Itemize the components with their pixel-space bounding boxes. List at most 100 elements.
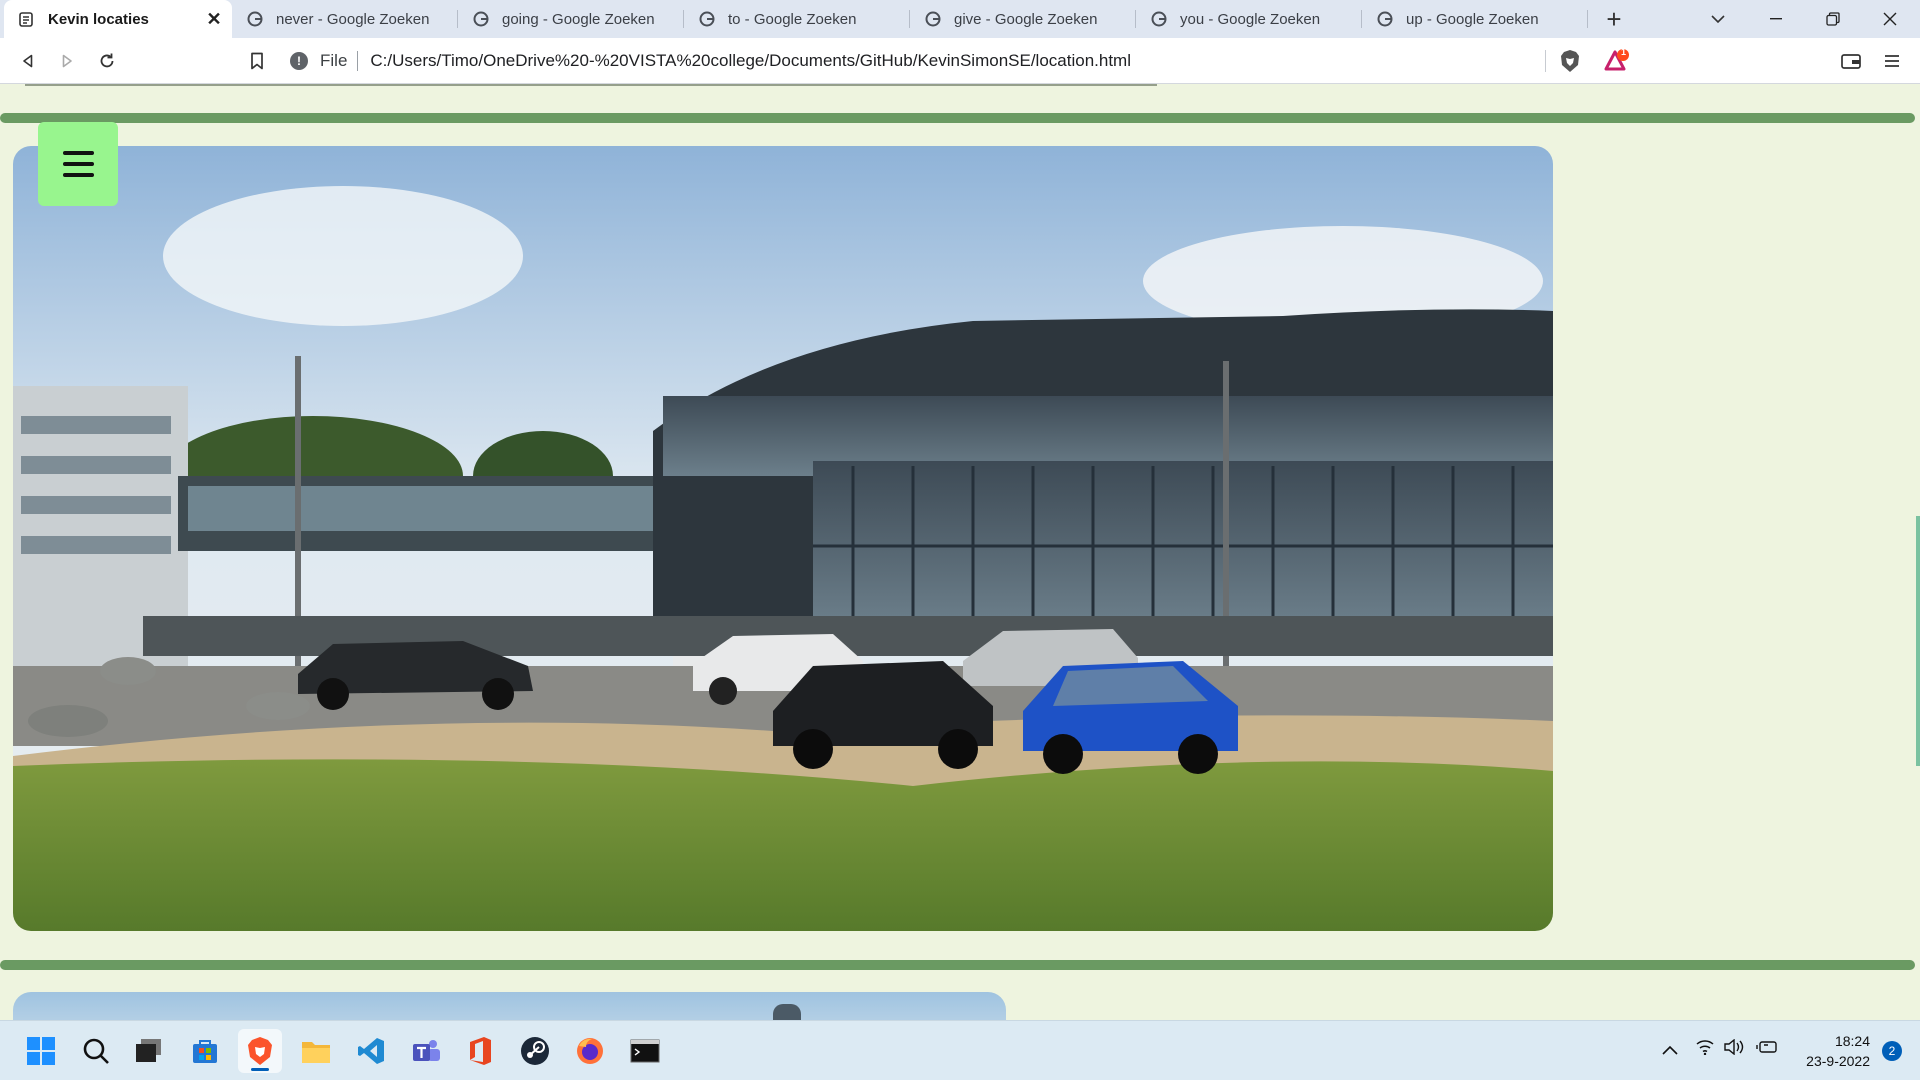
brave-lion-icon xyxy=(1561,50,1579,72)
notification-badge[interactable]: 2 xyxy=(1882,1041,1902,1061)
tab-to[interactable]: to - Google Zoeken xyxy=(684,0,910,38)
toolbar-divider xyxy=(1545,50,1546,72)
tab-you[interactable]: you - Google Zoeken xyxy=(1136,0,1362,38)
windows-taskbar: 18:24 23-9-2022 2 xyxy=(0,1020,1920,1080)
folder-icon xyxy=(302,1042,330,1063)
terminal-icon xyxy=(630,1039,660,1063)
start-button[interactable] xyxy=(19,1029,63,1073)
address-bar[interactable]: ! File C:/Users/Timo/OneDrive%20-%20VIST… xyxy=(290,45,1545,77)
tab-title: up - Google Zoeken xyxy=(1406,10,1539,28)
back-icon xyxy=(23,54,33,68)
next-location-photo xyxy=(13,992,1006,1020)
section-divider-bottom xyxy=(0,960,1915,970)
page-icon xyxy=(19,12,33,27)
google-icon xyxy=(247,11,263,27)
hamburger-bar xyxy=(62,151,94,155)
google-icon xyxy=(473,11,489,27)
tab-search-button[interactable] xyxy=(1690,0,1746,38)
previous-image-edge xyxy=(25,84,1157,86)
minimize-icon xyxy=(1770,18,1782,20)
speaker-icon xyxy=(1724,1038,1744,1056)
bookmark-button[interactable] xyxy=(242,46,272,76)
volume-status[interactable] xyxy=(1724,1038,1744,1059)
tab-never[interactable]: never - Google Zoeken xyxy=(232,0,458,38)
wifi-icon xyxy=(1696,1040,1714,1056)
reload-button[interactable] xyxy=(92,46,122,76)
hamburger-menu-button[interactable] xyxy=(38,122,118,206)
task-view-icon xyxy=(136,1039,161,1062)
tab-going[interactable]: going - Google Zoeken xyxy=(458,0,684,38)
minimize-button[interactable] xyxy=(1748,0,1804,38)
page-viewport xyxy=(0,84,1920,1020)
section-divider-top xyxy=(0,113,1915,123)
office-app[interactable] xyxy=(458,1029,502,1073)
info-icon[interactable]: ! xyxy=(290,52,308,70)
tab-up[interactable]: up - Google Zoeken xyxy=(1362,0,1588,38)
close-icon xyxy=(1883,12,1897,26)
hamburger-icon xyxy=(1885,55,1899,67)
office-icon xyxy=(470,1037,491,1065)
google-icon xyxy=(1151,11,1167,27)
tab-title: you - Google Zoeken xyxy=(1180,10,1321,28)
tab-title: to - Google Zoeken xyxy=(728,10,857,28)
file-scheme-label: File xyxy=(320,51,348,70)
file-explorer-app[interactable] xyxy=(294,1029,338,1073)
restore-icon xyxy=(1826,12,1840,26)
brave-shields-button[interactable] xyxy=(1555,46,1585,76)
vscode-app[interactable] xyxy=(349,1029,393,1073)
rewards-count-badge: 1 xyxy=(1621,47,1627,57)
new-tab-button[interactable]: + xyxy=(1594,0,1634,38)
close-window-button[interactable] xyxy=(1862,0,1918,38)
steam-icon xyxy=(521,1037,549,1065)
vscode-icon xyxy=(358,1038,384,1064)
tab-kevin-locaties[interactable]: Kevin locaties ✕ xyxy=(4,0,232,38)
wallet-button[interactable] xyxy=(1836,46,1866,76)
address-divider xyxy=(357,51,359,71)
firefox-icon xyxy=(577,1038,603,1064)
store-button[interactable] xyxy=(183,1029,227,1073)
show-hidden-icons[interactable] xyxy=(1662,1042,1678,1059)
task-view-button[interactable] xyxy=(127,1029,171,1073)
forward-button[interactable] xyxy=(52,46,82,76)
terminal-app[interactable] xyxy=(623,1029,667,1073)
wifi-status[interactable] xyxy=(1696,1039,1714,1059)
restore-button[interactable] xyxy=(1805,0,1861,38)
clock-date: 23-9-2022 xyxy=(1806,1053,1870,1069)
hamburger-bar xyxy=(62,173,94,177)
chevron-up-icon xyxy=(1662,1045,1678,1055)
battery-plug-icon xyxy=(1756,1041,1777,1053)
teams-app[interactable] xyxy=(404,1029,448,1073)
photo-detail xyxy=(773,1004,801,1020)
store-icon xyxy=(193,1040,217,1063)
firefox-app[interactable] xyxy=(568,1029,612,1073)
browser-menu-button[interactable] xyxy=(1877,46,1907,76)
active-app-indicator xyxy=(251,1068,269,1071)
tab-title: never - Google Zoeken xyxy=(276,10,430,28)
forward-icon xyxy=(62,54,72,68)
brave-app[interactable] xyxy=(238,1029,282,1073)
teams-icon xyxy=(413,1040,440,1061)
tab-title: going - Google Zoeken xyxy=(502,10,655,28)
tab-title: give - Google Zoeken xyxy=(954,10,1098,28)
url-text[interactable]: C:/Users/Timo/OneDrive%20-%20VISTA%20col… xyxy=(370,51,1131,71)
search-icon xyxy=(83,1038,109,1064)
wallet-icon xyxy=(1841,54,1861,69)
brave-rewards-icon xyxy=(1604,49,1629,71)
battery-status[interactable] xyxy=(1756,1039,1778,1059)
steam-app[interactable] xyxy=(513,1029,557,1073)
tab-strip: Kevin locaties ✕ never - Google Zoeken g… xyxy=(0,0,1920,38)
scrollbar-accent[interactable] xyxy=(1916,516,1920,766)
tab-separator xyxy=(1587,10,1588,28)
google-icon xyxy=(699,11,715,27)
reload-icon xyxy=(100,53,114,68)
back-button[interactable] xyxy=(13,46,43,76)
clock[interactable]: 18:24 23-9-2022 xyxy=(1790,1031,1870,1071)
search-button[interactable] xyxy=(74,1029,118,1073)
windows-icon xyxy=(27,1037,55,1065)
browser-toolbar: ! File C:/Users/Timo/OneDrive%20-%20VIST… xyxy=(0,38,1920,84)
tab-give[interactable]: give - Google Zoeken xyxy=(910,0,1136,38)
google-icon xyxy=(925,11,941,27)
close-tab-icon[interactable]: ✕ xyxy=(204,9,224,29)
clock-time: 18:24 xyxy=(1834,1033,1870,1049)
brave-rewards-button[interactable]: 1 xyxy=(1599,46,1635,76)
